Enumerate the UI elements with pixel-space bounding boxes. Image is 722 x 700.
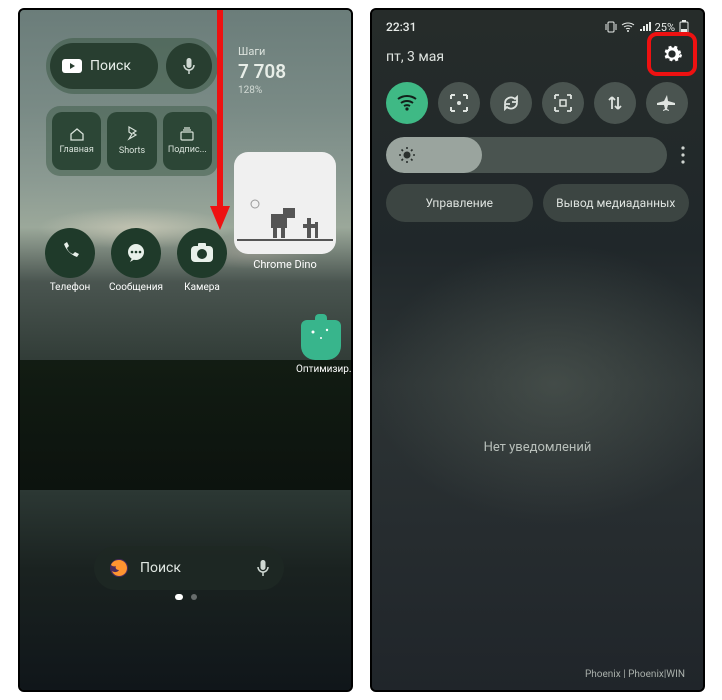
control-row: Управление Вывод медиаданных [386, 184, 689, 222]
app-row: Телефон Сообщения Камера [42, 228, 230, 293]
panel-header: пт, 3 мая [386, 42, 689, 72]
annotation-highlight-settings [647, 32, 697, 76]
youtube-tab-label: Главная [60, 145, 94, 155]
steps-label: Шаги [238, 45, 286, 58]
messages-icon [124, 241, 148, 265]
youtube-tab-label: Подпис... [168, 145, 207, 155]
qr-icon [553, 93, 573, 113]
wallpaper-reflection [20, 490, 351, 690]
vibrate-icon [605, 21, 617, 33]
subscriptions-icon [179, 127, 195, 141]
no-notifications-label: Нет уведомлений [372, 440, 703, 455]
youtube-search-widget[interactable]: Поиск [46, 38, 218, 94]
phone-icon [58, 241, 82, 265]
brightness-more-button[interactable] [677, 146, 689, 164]
signal-icon [639, 22, 651, 32]
mic-icon[interactable] [256, 558, 270, 578]
qs-qrcode[interactable] [542, 82, 584, 124]
sync-icon [501, 93, 521, 113]
wifi-icon [621, 22, 635, 32]
dino-scene-icon [237, 194, 333, 254]
quick-settings-row [386, 82, 689, 124]
app-messages[interactable]: Сообщения [108, 228, 164, 293]
qs-data[interactable] [594, 82, 636, 124]
wifi-icon [396, 94, 418, 112]
qs-sync[interactable] [490, 82, 532, 124]
youtube-search-pill[interactable]: Поиск [50, 43, 158, 89]
steps-value: 7 708 [238, 60, 286, 83]
notification-panel: 22:31 25% пт, 3 мая [370, 8, 705, 692]
carrier-label: Phoenix | Phoenix|WIN [585, 669, 685, 680]
steps-percent: 128% [238, 85, 286, 96]
data-arrows-icon [605, 93, 625, 113]
brightness-slider[interactable] [386, 137, 667, 173]
pill-label: Управление [425, 196, 493, 210]
firefox-search-widget[interactable]: Поиск [94, 546, 284, 590]
mic-icon [182, 57, 196, 75]
app-phone[interactable]: Телефон [42, 228, 98, 293]
home-screen: Поиск Шаги 7 708 128% Главная Shorts Под… [18, 8, 353, 692]
app-label: Камера [174, 282, 230, 293]
youtube-tab-home[interactable]: Главная [52, 112, 101, 170]
youtube-tab-subscriptions[interactable]: Подпис... [163, 112, 212, 170]
page-indicator [20, 594, 351, 600]
airplane-icon [657, 93, 677, 113]
app-optimize[interactable]: Оптимизир. [296, 320, 346, 375]
chrome-dino-label: Chrome Dino [234, 258, 336, 271]
app-label: Телефон [42, 282, 98, 293]
home-icon [69, 127, 85, 141]
broom-icon [301, 320, 341, 360]
sun-icon [398, 146, 416, 164]
app-label: Оптимизир. [296, 364, 346, 375]
qs-focus[interactable] [438, 82, 480, 124]
firefox-search-label: Поиск [140, 560, 246, 576]
youtube-tab-label: Shorts [119, 146, 145, 156]
shorts-icon [125, 126, 139, 142]
page-dot-active [175, 594, 183, 600]
youtube-search-label: Поиск [90, 58, 131, 74]
youtube-tabs-widget[interactable]: Главная Shorts Подпис... [46, 106, 218, 176]
devices-control-button[interactable]: Управление [386, 184, 533, 222]
steps-widget[interactable]: Шаги 7 708 128% [238, 45, 286, 96]
page-dot [191, 594, 197, 600]
app-camera[interactable]: Камера [174, 228, 230, 293]
youtube-icon [62, 59, 82, 73]
camera-icon [189, 242, 215, 264]
gear-icon[interactable] [661, 43, 683, 65]
focus-icon [449, 93, 469, 113]
status-time: 22:31 [386, 20, 416, 34]
firefox-icon [108, 557, 130, 579]
youtube-mic-button[interactable] [166, 43, 212, 89]
youtube-tab-shorts[interactable]: Shorts [107, 112, 156, 170]
more-icon [681, 146, 685, 164]
qs-airplane[interactable] [646, 82, 688, 124]
app-label: Сообщения [108, 282, 164, 293]
pill-label: Вывод медиаданных [556, 196, 675, 210]
chrome-dino-widget[interactable] [234, 152, 336, 254]
brightness-row [386, 136, 689, 174]
panel-date: пт, 3 мая [386, 49, 444, 65]
media-output-button[interactable]: Вывод медиаданных [543, 184, 690, 222]
qs-wifi[interactable] [386, 82, 428, 124]
